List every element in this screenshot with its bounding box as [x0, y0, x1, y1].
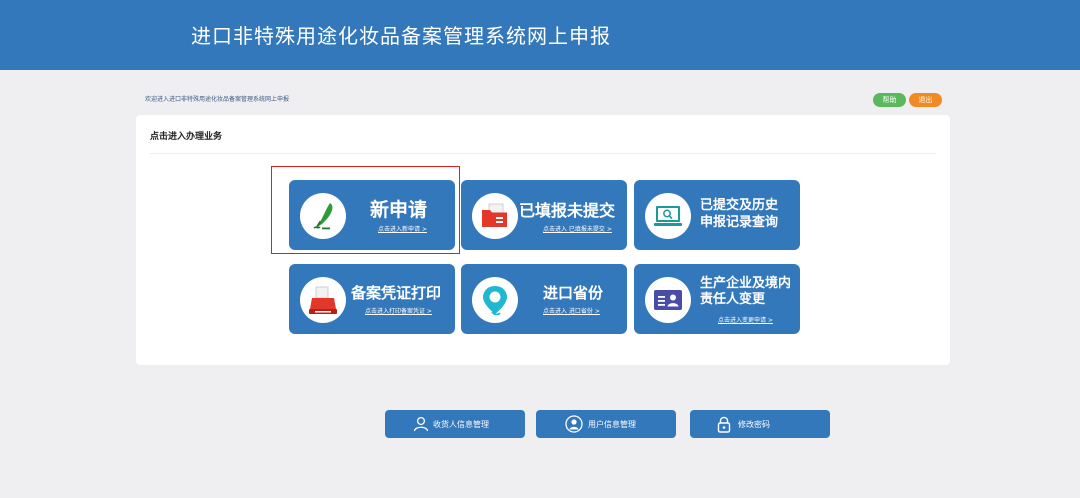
- help-button[interactable]: 帮助: [873, 93, 906, 107]
- page-title: 进口非特殊用途化妆品备案管理系统网上申报: [191, 24, 611, 48]
- header-bar: 进口非特殊用途化妆品备案管理系统网上申报: [0, 0, 1080, 70]
- tile-import-province[interactable]: 进口省份 点击进入 进口省份 >: [461, 264, 627, 334]
- receiver-management-button[interactable]: 收货人信息管理: [385, 410, 525, 438]
- change-password-button[interactable]: 修改密码: [690, 410, 830, 438]
- tile-print-certificate[interactable]: 备案凭证打印 点击进入打印备案凭证 >: [289, 264, 455, 334]
- user-outline-icon: [413, 416, 429, 432]
- tile-title-line2: 申报记录查询: [700, 215, 779, 230]
- button-label: 收货人信息管理: [433, 420, 489, 429]
- tile-draft[interactable]: 已填报未提交 点击进入 已填报未提交 >: [461, 180, 627, 250]
- tile-link[interactable]: 点击进入 进口省份 >: [543, 306, 600, 315]
- user-circle-icon: [565, 415, 583, 433]
- welcome-breadcrumb: 欢迎进入进口非特殊用途化妆品备案管理系统网上申报: [145, 96, 290, 103]
- monitor-search-icon: [645, 193, 691, 239]
- user-management-button[interactable]: 用户信息管理: [536, 410, 676, 438]
- id-card-icon: [645, 277, 691, 323]
- tile-title-line2: 责任人变更: [700, 292, 766, 307]
- button-label: 修改密码: [738, 420, 770, 429]
- tile-title-line1: 生产企业及境内: [700, 276, 792, 291]
- tile-title: 已填报未提交: [519, 201, 616, 220]
- tile-link[interactable]: 点击进入打印备案凭证 >: [365, 306, 432, 315]
- panel-title: 点击进入办理业务: [150, 132, 223, 142]
- tile-link[interactable]: 点击进入变更申请 >: [718, 315, 773, 324]
- tile-title: 备案凭证打印: [351, 284, 442, 302]
- tile-responsible-change[interactable]: 生产企业及境内 责任人变更 点击进入变更申请 >: [634, 264, 800, 334]
- tile-history[interactable]: 已提交及历史 申报记录查询: [634, 180, 800, 250]
- tile-link[interactable]: 点击进入 已填报未提交 >: [543, 224, 612, 233]
- highlight-box: [271, 166, 460, 254]
- tile-title-line1: 已提交及历史: [700, 198, 779, 213]
- printer-icon: [300, 277, 346, 323]
- lock-icon: [717, 416, 731, 433]
- panel-divider: [150, 153, 936, 154]
- folder-icon: [472, 193, 518, 239]
- button-label: 用户信息管理: [588, 420, 636, 429]
- tile-title: 进口省份: [543, 284, 604, 302]
- exit-button[interactable]: 退出: [909, 93, 942, 107]
- location-pin-icon: [472, 277, 518, 323]
